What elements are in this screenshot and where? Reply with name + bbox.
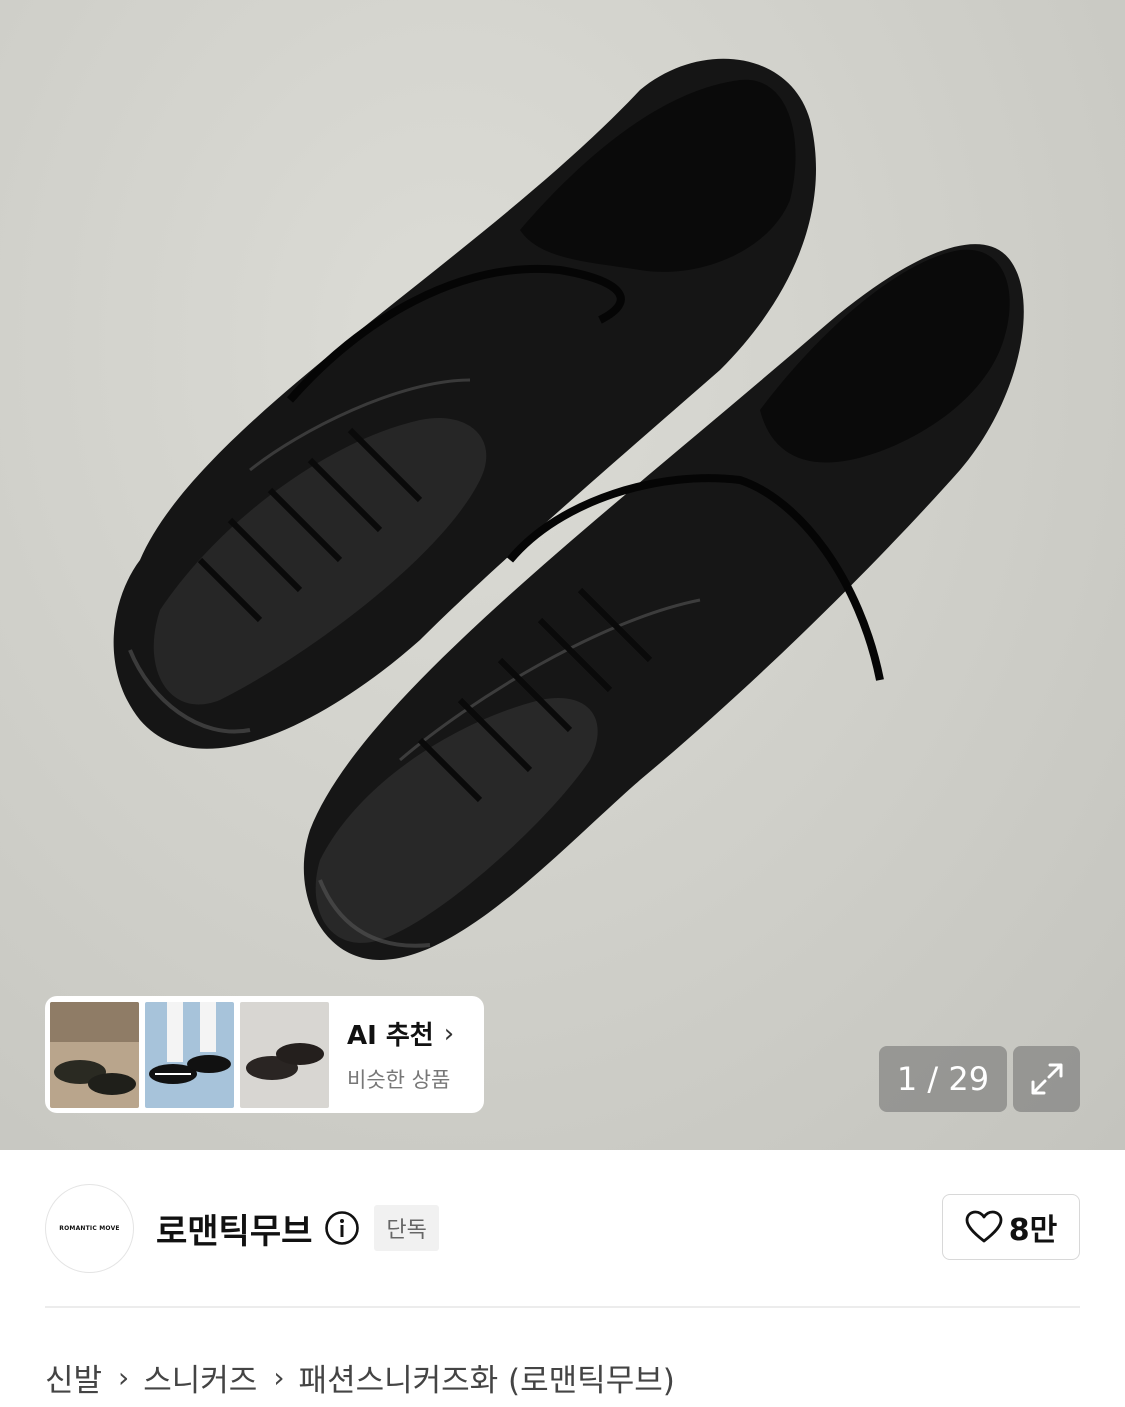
recommend-thumb-3[interactable] [240, 1001, 329, 1108]
brand-logo[interactable]: ROMANTIC MOVE [45, 1183, 134, 1273]
brand-logo-text: ROMANTIC MOVE [59, 1224, 120, 1232]
ai-recommend-subtitle: 비슷한 상품 [347, 1068, 451, 1092]
brand-name[interactable]: 로맨틱무브 [156, 1204, 312, 1253]
expand-icon [1031, 1063, 1062, 1095]
chevron-right-icon: › [443, 1018, 455, 1049]
breadcrumb-item-sneakers[interactable]: 스니커즈 [143, 1355, 257, 1400]
recommend-thumb-2[interactable] [145, 1001, 234, 1108]
exclusive-badge: 단독 [374, 1205, 439, 1251]
breadcrumb-item-fashion-sneakers[interactable]: 패션스니커즈화 (로맨틱무브) [299, 1355, 675, 1400]
product-image [113, 58, 1024, 960]
chevron-right-icon: › [118, 1361, 130, 1394]
like-button[interactable]: 8만 [942, 1194, 1080, 1260]
info-icon[interactable] [324, 1210, 360, 1246]
heart-icon [965, 1210, 1003, 1243]
breadcrumb: 신발 › 스니커즈 › 패션스니커즈화 (로맨틱무브) [45, 1355, 675, 1400]
breadcrumb-item-shoes[interactable]: 신발 [45, 1355, 102, 1400]
expand-button[interactable] [1013, 1046, 1080, 1112]
divider [45, 1306, 1080, 1308]
brand-row: ROMANTIC MOVE 로맨틱무브 단독 8만 [45, 1183, 1080, 1273]
ai-recommend-title[interactable]: AI 추천 › [347, 1015, 454, 1052]
like-count: 8만 [1008, 1213, 1058, 1248]
chevron-right-icon: › [273, 1361, 285, 1394]
image-counter: 1 / 29 [879, 1046, 1007, 1112]
recommend-thumb-1[interactable] [50, 1001, 139, 1108]
ai-recommend-label: AI 추천 [347, 1021, 434, 1051]
ai-recommendation-card[interactable]: AI 추천 › 비슷한 상품 [45, 996, 484, 1113]
product-image-gallery[interactable]: AI 추천 › 비슷한 상품 1 / 29 [0, 0, 1125, 1150]
